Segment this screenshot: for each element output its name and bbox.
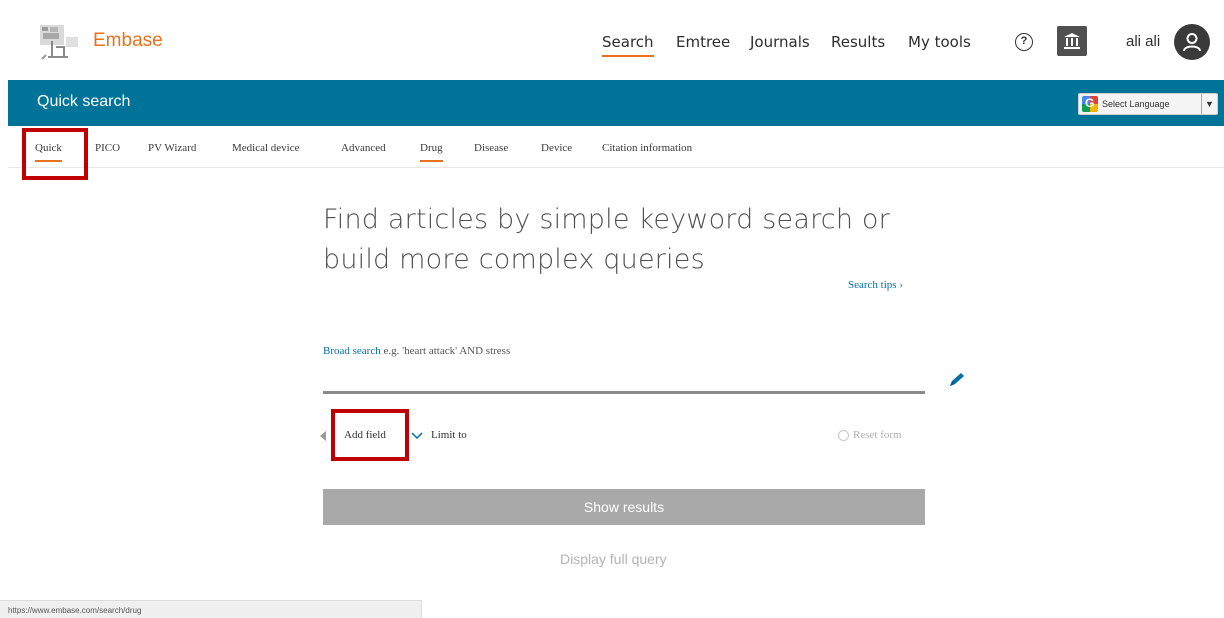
- top-header: Embase Search Emtree Journals Results My…: [0, 0, 1224, 80]
- reset-icon[interactable]: [838, 430, 849, 441]
- reset-form-button[interactable]: Reset form: [853, 429, 902, 441]
- brand-name[interactable]: Embase: [93, 30, 163, 52]
- tab-pv-wizard[interactable]: PV Wizard: [148, 142, 196, 154]
- tab-medical-device[interactable]: Medical device: [232, 142, 300, 154]
- dropdown-arrow-icon[interactable]: ▼: [1201, 94, 1217, 114]
- nav-emtree[interactable]: Emtree: [676, 33, 730, 51]
- page-heading: Find articles by simple keyword search o…: [323, 204, 890, 275]
- tab-drug[interactable]: Drug: [420, 142, 443, 162]
- institution-icon[interactable]: [1057, 26, 1087, 56]
- nav-journals[interactable]: Journals: [750, 33, 810, 51]
- tab-pico[interactable]: PICO: [95, 142, 120, 154]
- search-input[interactable]: [323, 360, 925, 394]
- language-select[interactable]: Select Language ▼: [1078, 93, 1218, 115]
- user-icon[interactable]: [1174, 24, 1210, 60]
- highlight-quick-tab: [22, 128, 88, 180]
- show-results-button[interactable]: Show results: [323, 489, 925, 525]
- elsevier-logo-icon[interactable]: [38, 23, 82, 63]
- page-title-bar: Quick search Select Language ▼: [8, 80, 1224, 126]
- display-full-query-link[interactable]: Display full query: [560, 551, 667, 567]
- google-translate-icon: [1082, 96, 1098, 112]
- user-name[interactable]: ali ali: [1126, 33, 1160, 50]
- search-tips-link[interactable]: Search tips ›: [848, 279, 903, 291]
- search-field-hint: e.g. 'heart attack' AND stress: [380, 345, 511, 357]
- nav-my-tools[interactable]: My tools: [908, 33, 971, 51]
- tab-advanced[interactable]: Advanced: [341, 142, 386, 154]
- caret-left-icon: [320, 431, 326, 441]
- page-title: Quick search: [37, 93, 131, 110]
- tab-citation-information[interactable]: Citation information: [602, 142, 692, 154]
- add-field-button[interactable]: Add field: [344, 429, 386, 441]
- tab-device[interactable]: Device: [541, 142, 572, 154]
- help-circle-icon[interactable]: ?: [1015, 33, 1033, 51]
- nav-search[interactable]: Search: [602, 33, 654, 57]
- search-type-tabs: Quick PICO PV Wizard Medical device Adva…: [8, 126, 1224, 168]
- tab-disease[interactable]: Disease: [474, 142, 508, 154]
- browser-status-url: https://www.embase.com/search/drug: [0, 600, 422, 618]
- search-field-label: Broad search e.g. 'heart attack' AND str…: [323, 345, 510, 357]
- language-select-label: Select Language: [1102, 99, 1170, 109]
- chevron-down-icon[interactable]: [411, 431, 423, 443]
- pencil-icon[interactable]: [947, 372, 967, 388]
- nav-results[interactable]: Results: [831, 33, 885, 51]
- limit-to-toggle[interactable]: Limit to: [431, 429, 467, 441]
- broad-search-link[interactable]: Broad search: [323, 345, 381, 357]
